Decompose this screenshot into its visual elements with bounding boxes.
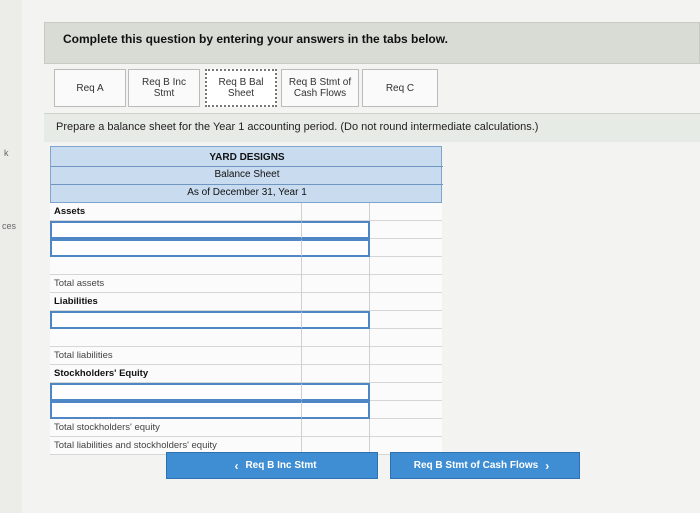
tab-req-a[interactable]: Req A — [54, 69, 126, 107]
tab-label-line1: Req B Bal — [218, 77, 264, 88]
instruction-bar: Prepare a balance sheet for the Year 1 a… — [44, 113, 700, 142]
cell-amount — [302, 419, 370, 437]
cell-total — [370, 221, 442, 239]
cell-amount — [302, 347, 370, 365]
equity-input-row-1 — [50, 383, 442, 401]
liability-amount-input[interactable] — [302, 311, 370, 329]
equity-header-row: Stockholders' Equity — [50, 365, 442, 383]
asset-amount-input[interactable] — [302, 239, 370, 257]
left-panel-strip: k ces — [0, 0, 22, 513]
liability-blank-row — [50, 329, 442, 347]
equity-input-row-2 — [50, 401, 442, 419]
equity-amount-input[interactable] — [302, 401, 370, 419]
tab-req-b-bal-sheet[interactable]: Req B Bal Sheet — [205, 69, 277, 107]
cell-total — [370, 365, 442, 383]
cell-total — [370, 257, 442, 275]
cell-total — [370, 401, 442, 419]
chevron-right-icon: › — [545, 458, 550, 473]
total-liabilities-label: Total liabilities — [50, 347, 302, 365]
cell-total — [370, 203, 442, 221]
liabilities-header-row: Liabilities — [50, 293, 442, 311]
cell-amount — [302, 365, 370, 383]
cell-amount — [302, 329, 370, 347]
total-assets-value — [370, 275, 442, 293]
equity-account-input[interactable] — [50, 401, 302, 419]
liabilities-label: Liabilities — [50, 293, 302, 311]
total-equity-row: Total stockholders' equity — [50, 419, 442, 437]
cell-total — [370, 239, 442, 257]
total-assets-label: Total assets — [50, 275, 302, 293]
total-liabilities-row: Total liabilities — [50, 347, 442, 365]
tab-label-line2: Stmt — [153, 88, 175, 99]
cell-label-empty — [50, 329, 302, 347]
liability-account-input[interactable] — [50, 311, 302, 329]
statement-title: Balance Sheet — [51, 166, 443, 185]
chevron-left-icon: ‹ — [234, 458, 239, 473]
left-fragment-ces: ces — [2, 221, 17, 231]
total-assets-row: Total assets — [50, 275, 442, 293]
asset-amount-input[interactable] — [302, 221, 370, 239]
company-name: YARD DESIGNS — [51, 149, 443, 167]
tab-req-b-stmt-cash-flows[interactable]: Req B Stmt of Cash Flows — [281, 69, 359, 107]
asset-account-input[interactable] — [50, 239, 302, 257]
header-text: Complete this question by entering your … — [63, 32, 448, 46]
cell-total — [370, 329, 442, 347]
asset-account-input[interactable] — [50, 221, 302, 239]
tab-req-c[interactable]: Req C — [362, 69, 438, 107]
statement-date: As of December 31, Year 1 — [187, 187, 307, 198]
equity-amount-input[interactable] — [302, 383, 370, 401]
assets-label: Assets — [50, 203, 302, 221]
tab-req-b-inc-stmt[interactable]: Req B Inc Stmt — [128, 69, 200, 107]
asset-input-row-1 — [50, 221, 442, 239]
total-equity-value — [370, 419, 442, 437]
cell-total — [370, 311, 442, 329]
next-req-b-stmt-cash-flows-button[interactable]: Req B Stmt of Cash Flows › — [390, 452, 580, 479]
equity-account-input[interactable] — [50, 383, 302, 401]
tab-label: Req A — [76, 82, 104, 94]
tab-label-line1: Req B Inc — [142, 77, 186, 88]
equity-label: Stockholders' Equity — [50, 365, 302, 383]
sheet-header: YARD DESIGNS Balance Sheet As of Decembe… — [50, 146, 443, 203]
cell-amount — [302, 203, 370, 221]
asset-input-row-2 — [50, 239, 442, 257]
left-fragment-k: k — [4, 148, 9, 158]
total-equity-label: Total stockholders' equity — [50, 419, 302, 437]
assets-header-row: Assets — [50, 203, 442, 221]
total-liabilities-value — [370, 347, 442, 365]
balance-sheet-table: YARD DESIGNS Balance Sheet As of Decembe… — [50, 146, 443, 455]
tab-label-line2: Sheet — [227, 88, 255, 99]
cell-amount — [302, 257, 370, 275]
cell-total — [370, 293, 442, 311]
liability-input-row-1 — [50, 311, 442, 329]
next-button-label: Req B Stmt of Cash Flows — [413, 460, 539, 471]
cell-total — [370, 383, 442, 401]
cell-label-empty — [50, 257, 302, 275]
cell-amount — [302, 293, 370, 311]
tab-label-line2: Cash Flows — [293, 88, 347, 99]
question-header: Complete this question by entering your … — [44, 22, 700, 64]
prev-button-label: Req B Inc Stmt — [245, 460, 317, 471]
tab-label: Req C — [385, 82, 415, 94]
tab-label-line1: Req B Stmt of — [288, 77, 352, 88]
prev-req-b-inc-stmt-button[interactable]: ‹ Req B Inc Stmt — [166, 452, 378, 479]
instruction-text: Prepare a balance sheet for the Year 1 a… — [56, 121, 539, 133]
asset-blank-row — [50, 257, 442, 275]
cell-amount — [302, 275, 370, 293]
